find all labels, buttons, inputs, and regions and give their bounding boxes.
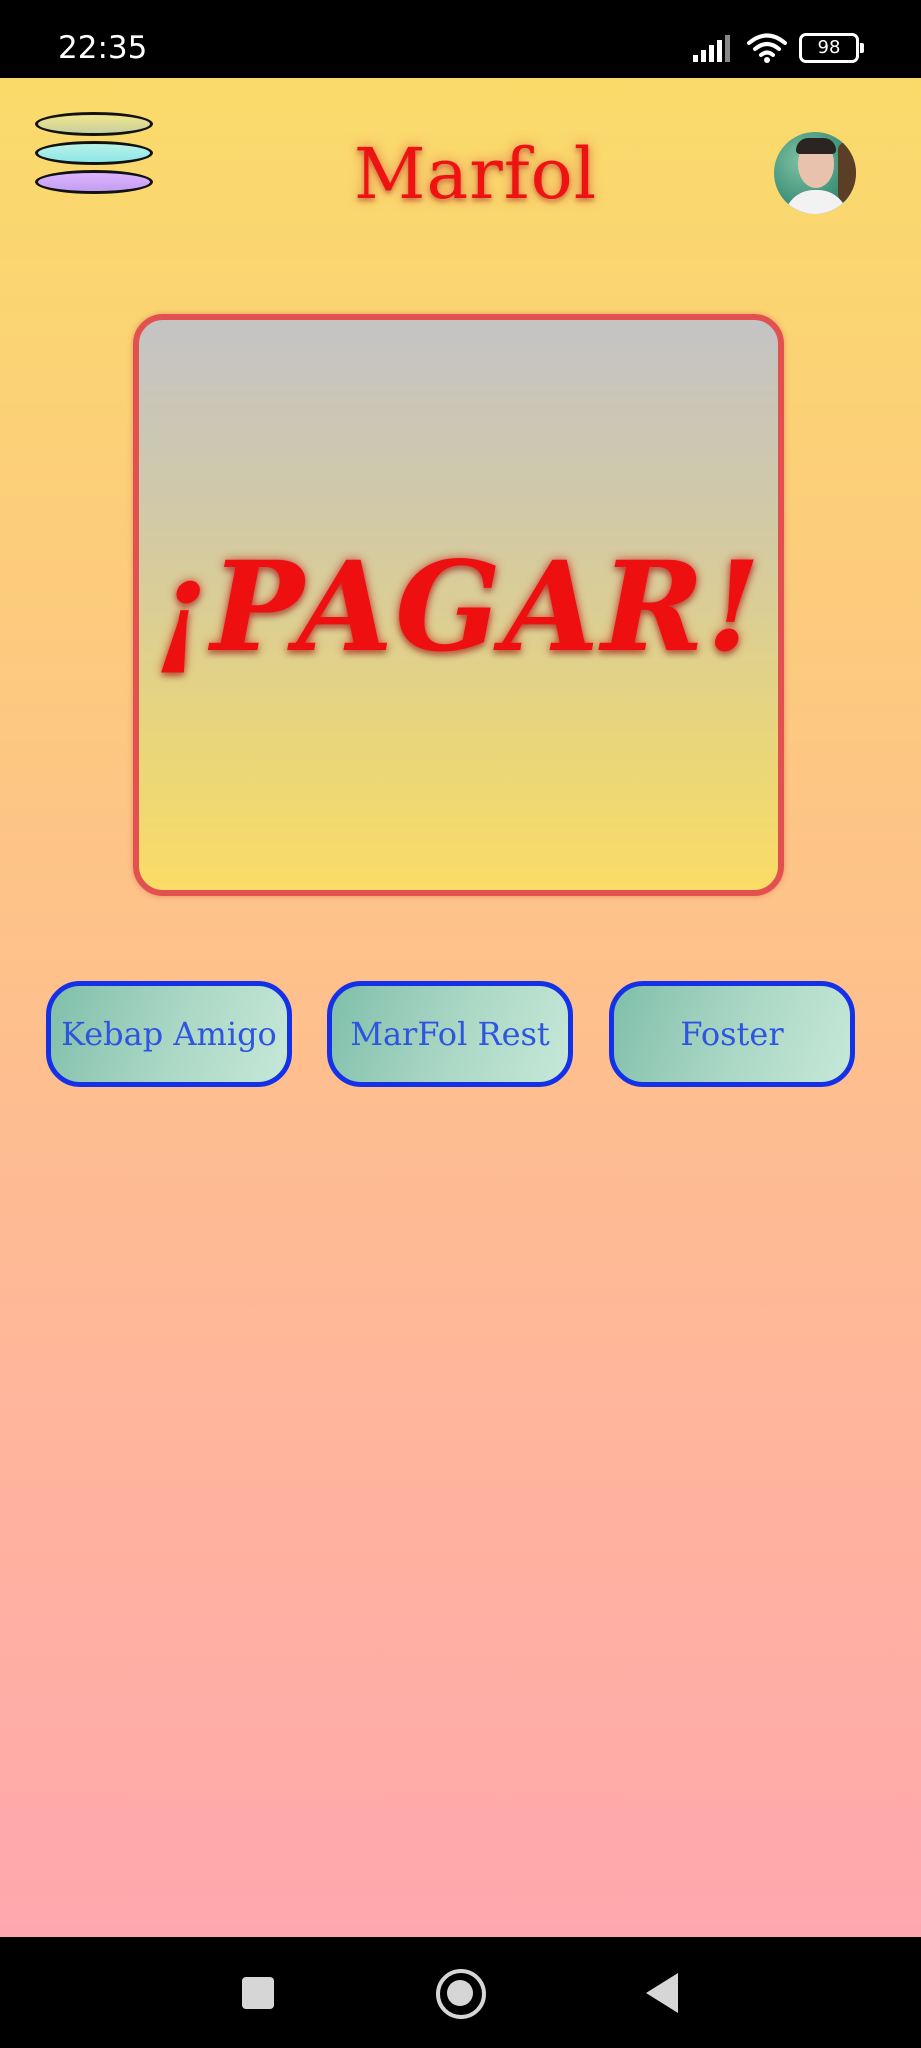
- pay-button-label: ¡PAGAR!: [154, 535, 763, 680]
- back-triangle-icon[interactable]: [640, 1967, 692, 2019]
- restaurant-button-foster[interactable]: Foster: [609, 981, 855, 1087]
- user-avatar[interactable]: [774, 132, 856, 214]
- status-icons: 98: [691, 32, 864, 64]
- app-title-text: Marfol: [353, 133, 598, 215]
- wifi-icon: [747, 33, 787, 63]
- recents-square-icon[interactable]: [232, 1967, 284, 2019]
- restaurant-button-marfol-rest[interactable]: MarFol Rest: [327, 981, 573, 1087]
- avatar-background: [838, 142, 856, 202]
- status-time: 22:35: [58, 30, 148, 66]
- navigation-bar: [0, 1937, 921, 2048]
- app-screen: Marfol ¡PAGAR! Kebap Amigo MarFol Rest F…: [0, 78, 921, 1937]
- avatar-hair: [796, 138, 836, 154]
- status-bar: 22:35 98: [0, 0, 921, 78]
- pay-button[interactable]: ¡PAGAR!: [133, 314, 784, 896]
- restaurant-list: Kebap Amigo MarFol Rest Foster: [46, 981, 856, 1087]
- home-circle-icon[interactable]: [434, 1967, 486, 2019]
- restaurant-button-kebap-amigo[interactable]: Kebap Amigo: [46, 981, 292, 1087]
- signal-icon: [693, 35, 730, 62]
- battery-icon: 98: [799, 33, 864, 63]
